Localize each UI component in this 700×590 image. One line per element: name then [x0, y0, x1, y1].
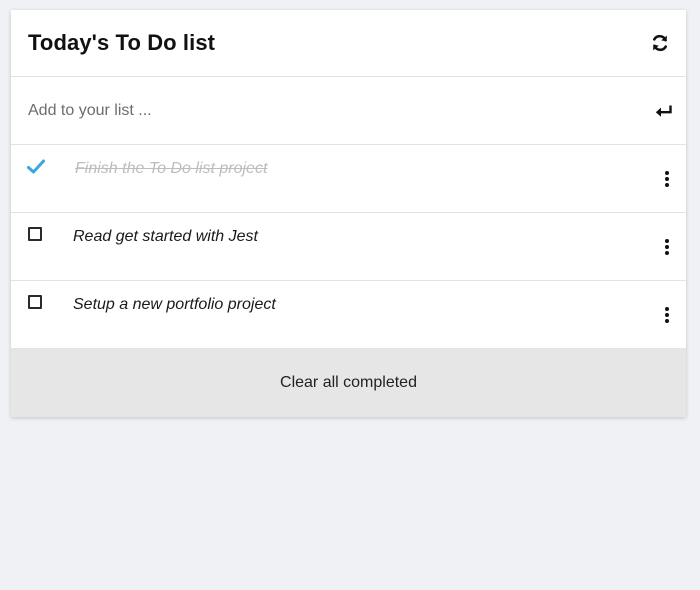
task-item: Read get started with Jest [11, 213, 686, 281]
task-text[interactable]: Finish the To Do list project [75, 160, 267, 178]
task-text[interactable]: Read get started with Jest [73, 228, 258, 246]
todo-card: Today's To Do list Finish the To Do list… [11, 10, 686, 417]
checkbox[interactable] [28, 227, 42, 241]
refresh-icon[interactable] [650, 33, 670, 53]
more-options-icon[interactable] [662, 237, 672, 257]
task-item: Setup a new portfolio project [11, 281, 686, 349]
add-item-row [11, 77, 686, 145]
more-options-icon[interactable] [662, 169, 672, 189]
more-options-icon[interactable] [662, 305, 672, 325]
page-title: Today's To Do list [28, 30, 216, 55]
checkbox[interactable] [28, 295, 42, 309]
add-item-input[interactable] [28, 101, 588, 120]
clear-completed-button[interactable]: Clear all completed [11, 349, 686, 417]
enter-icon[interactable] [655, 104, 673, 118]
task-item: Finish the To Do list project [11, 145, 686, 213]
checkmark-icon[interactable] [27, 159, 45, 175]
task-text[interactable]: Setup a new portfolio project [73, 296, 276, 314]
header: Today's To Do list [11, 10, 686, 77]
